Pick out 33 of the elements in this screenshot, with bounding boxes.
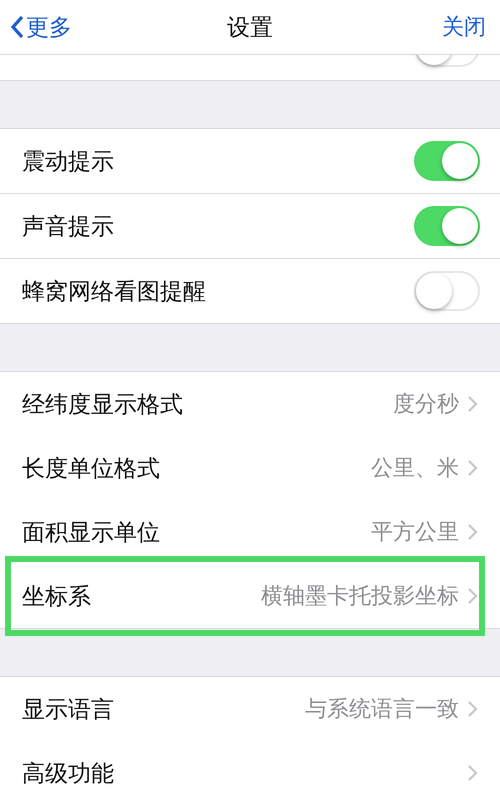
setting-value: 公里、米 [371,455,459,483]
setting-value: 度分秒 [393,391,459,419]
settings-row[interactable]: 长度单位格式 公里、米 [0,436,500,500]
setting-label: 经纬度显示格式 [22,390,184,420]
toggle-switch[interactable] [414,141,480,181]
setting-value: 平方公里 [371,519,459,547]
setting-label: 长度单位格式 [22,454,161,484]
nav-title: 设置 [227,14,273,42]
setting-label: 显示语言 [22,696,115,724]
setting-label: 坐标系 [22,582,92,612]
setting-label: 面积显示单位 [22,518,161,548]
back-chevron-icon [10,15,24,39]
settings-row[interactable]: 面积显示单位 平方公里 [0,500,500,564]
chevron-icon [467,764,478,782]
setting-label: 声音提示 [22,212,115,242]
chevron-icon [467,459,478,477]
toggle-switch[interactable] [414,206,480,246]
setting-label: 震动提示 [22,148,115,176]
chevron-icon [467,523,478,541]
settings-row[interactable]: 坐标系 横轴墨卡托投影坐标 [0,564,500,628]
chevron-icon [467,395,478,413]
toggle-switch[interactable] [414,271,480,311]
setting-label: 高级功能 [22,760,115,788]
setting-label: 蜂窝网络看图提醒 [22,278,207,306]
settings-row[interactable]: 经纬度显示格式 度分秒 [0,372,500,436]
settings-row[interactable]: 高级功能 [0,741,500,797]
setting-value: 与系统语言一致 [305,696,459,724]
close-button[interactable]: 关闭 [442,12,486,42]
setting-value: 横轴墨卡托投影坐标 [261,583,459,611]
back-button[interactable]: 更多 [10,12,72,42]
chevron-icon [467,587,478,605]
settings-row[interactable]: 显示语言 与系统语言一致 [0,677,500,741]
chevron-icon [467,700,478,718]
